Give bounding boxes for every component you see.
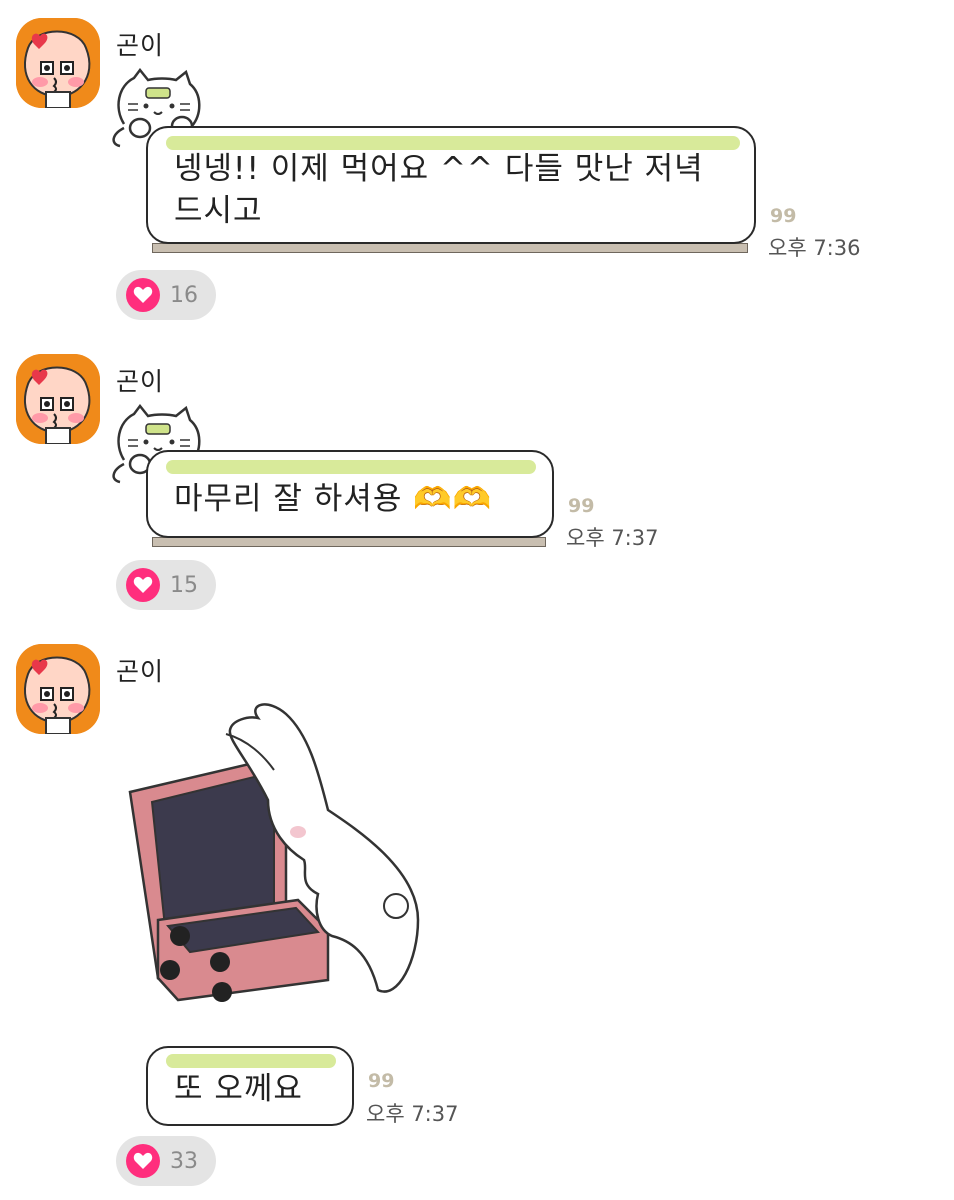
bunny-with-suitcase-sticker[interactable]	[118, 700, 448, 1020]
read-count: 99	[568, 495, 595, 517]
message-text: 또 오께요	[174, 1071, 303, 1107]
timestamp: 오후 7:36	[768, 236, 861, 260]
apeach-avatar-icon	[16, 18, 100, 108]
timestamp: 오후 7:37	[566, 526, 659, 550]
message-bubble[interactable]: 마무리 잘 하셔용 🫶🫶	[146, 450, 554, 538]
avatar[interactable]	[16, 644, 100, 734]
sender-name: 곤이	[116, 367, 165, 396]
highlight-strip	[166, 460, 536, 474]
like-reaction[interactable]: 16	[116, 270, 216, 320]
message-text-line: 넹넹!! 이제 먹어요 ^^ 다들 맛난 저녁	[174, 151, 704, 187]
avatar[interactable]	[16, 354, 100, 444]
message-text: 마무리 잘 하셔용 🫶🫶	[174, 481, 493, 517]
message-bubble[interactable]: 또 오께요	[146, 1046, 354, 1126]
message-text: 넹넹!! 이제 먹어요 ^^ 다들 맛난 저녁 드시고	[174, 148, 730, 232]
like-count: 16	[170, 282, 198, 308]
bubble-shadow	[152, 243, 748, 253]
heart-icon	[126, 1144, 160, 1178]
apeach-avatar-icon	[16, 354, 100, 444]
read-count: 99	[770, 205, 797, 227]
like-reaction[interactable]: 33	[116, 1136, 216, 1186]
timestamp: 오후 7:37	[366, 1102, 459, 1126]
heart-icon	[126, 568, 160, 602]
read-count: 99	[368, 1070, 395, 1092]
apeach-avatar-icon	[16, 644, 100, 734]
highlight-strip	[166, 1054, 336, 1068]
message-text-line: 드시고	[174, 193, 263, 229]
sender-name: 곤이	[116, 657, 165, 686]
sender-name: 곤이	[116, 31, 165, 60]
bubble-shadow	[152, 537, 546, 547]
heart-icon	[126, 278, 160, 312]
avatar[interactable]	[16, 18, 100, 108]
like-reaction[interactable]: 15	[116, 560, 216, 610]
like-count: 33	[170, 1148, 198, 1174]
message-bubble[interactable]: 넹넹!! 이제 먹어요 ^^ 다들 맛난 저녁 드시고	[146, 126, 756, 244]
like-count: 15	[170, 572, 198, 598]
